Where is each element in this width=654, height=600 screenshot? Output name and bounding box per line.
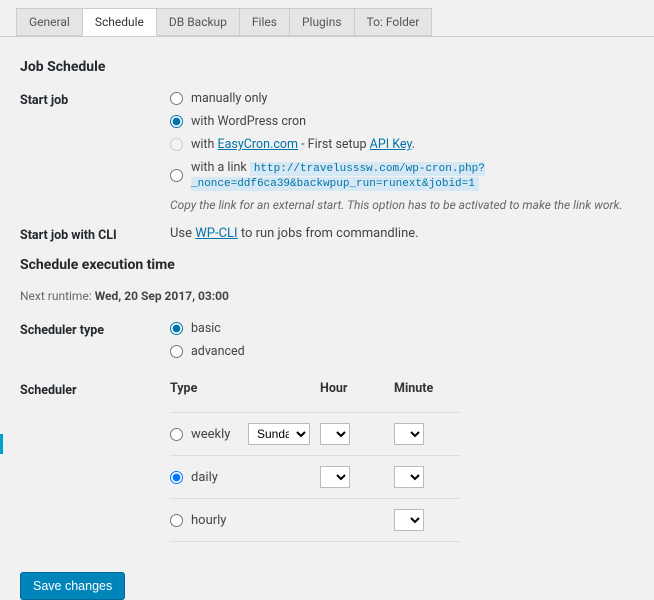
- col-head-minute: Minute: [394, 381, 454, 396]
- radio-startjob-manual[interactable]: [170, 92, 183, 105]
- radio-label-manual: manually only: [191, 91, 267, 106]
- tab-general[interactable]: General: [16, 8, 83, 36]
- txt: Use: [170, 226, 195, 241]
- radio-label-link: with a link http://travelusssw.com/wp-cr…: [191, 160, 634, 190]
- txt: with a link: [191, 160, 250, 175]
- col-head-hour: Hour: [320, 381, 394, 396]
- save-button[interactable]: Save changes: [20, 572, 125, 600]
- radio-row-basic[interactable]: basic: [170, 321, 634, 336]
- tab-to-folder[interactable]: To: Folder: [354, 8, 433, 36]
- scheduler-table: Type Hour Minute weekly Sunday: [170, 381, 460, 542]
- label-scheduler: Scheduler: [20, 381, 170, 398]
- select-weekly-minute[interactable]: 0: [394, 423, 424, 445]
- radio-sched-hourly[interactable]: [170, 514, 183, 527]
- radio-row-easycron[interactable]: with EasyCron.com - First setup API Key.: [170, 137, 634, 152]
- tab-schedule[interactable]: Schedule: [82, 8, 157, 36]
- txt: with: [191, 137, 218, 152]
- radio-sched-weekly[interactable]: [170, 428, 183, 441]
- col-head-type: Type: [170, 381, 248, 396]
- radio-row-manual[interactable]: manually only: [170, 91, 634, 106]
- radio-startjob-link[interactable]: [170, 169, 183, 182]
- tab-bar: General Schedule DB Backup Files Plugins…: [0, 0, 654, 37]
- section-title-schedule-exec: Schedule execution time: [20, 257, 634, 273]
- sched-row-weekly: weekly Sunday 3 0: [170, 412, 460, 455]
- select-daily-minute[interactable]: 0: [394, 466, 424, 488]
- runtime-value: Wed, 20 Sep 2017, 03:00: [95, 289, 229, 303]
- select-hourly-minute[interactable]: 0: [394, 509, 424, 531]
- tab-plugins[interactable]: Plugins: [289, 8, 355, 36]
- radio-label-easycron: with EasyCron.com - First setup API Key.: [191, 137, 415, 152]
- sched-label-daily: daily: [191, 470, 218, 485]
- radio-label-basic: basic: [191, 321, 221, 336]
- label-start-job: Start job: [20, 91, 170, 108]
- link-api-key[interactable]: API Key: [370, 137, 412, 152]
- radio-schedtype-basic[interactable]: [170, 322, 183, 335]
- select-daily-hour[interactable]: 3: [320, 466, 350, 488]
- link-wp-cli[interactable]: WP-CLI: [195, 226, 237, 241]
- radio-startjob-wpcron[interactable]: [170, 115, 183, 128]
- radio-row-advanced[interactable]: advanced: [170, 344, 634, 359]
- left-accent-bar: [0, 434, 3, 454]
- label-start-cli: Start job with CLI: [20, 226, 170, 243]
- tab-db-backup[interactable]: DB Backup: [156, 8, 240, 36]
- tab-files[interactable]: Files: [239, 8, 290, 36]
- sched-label-hourly: hourly: [191, 513, 226, 528]
- radio-startjob-easycron[interactable]: [170, 138, 183, 151]
- radio-schedtype-advanced[interactable]: [170, 345, 183, 358]
- radio-row-wpcron[interactable]: with WordPress cron: [170, 114, 634, 129]
- radio-label-wpcron: with WordPress cron: [191, 114, 306, 129]
- link-option-description: Copy the link for an external start. Thi…: [170, 198, 634, 212]
- txt: to run jobs from commandline.: [238, 226, 419, 241]
- txt: .: [412, 137, 415, 152]
- section-title-job-schedule: Job Schedule: [20, 59, 634, 75]
- radio-row-link[interactable]: with a link http://travelusssw.com/wp-cr…: [170, 160, 634, 190]
- sched-row-daily: daily 3 0: [170, 455, 460, 498]
- select-weekly-day[interactable]: Sunday: [248, 423, 310, 445]
- next-runtime: Next runtime: Wed, 20 Sep 2017, 03:00: [20, 289, 634, 303]
- select-weekly-hour[interactable]: 3: [320, 423, 350, 445]
- txt: Next runtime:: [20, 289, 95, 303]
- link-easycron[interactable]: EasyCron.com: [218, 137, 298, 152]
- txt: - First setup: [298, 137, 370, 152]
- label-scheduler-type: Scheduler type: [20, 321, 170, 338]
- radio-label-advanced: advanced: [191, 344, 245, 359]
- radio-sched-daily[interactable]: [170, 471, 183, 484]
- cli-text: Use WP-CLI to run jobs from commandline.: [170, 226, 419, 241]
- sched-label-weekly: weekly: [191, 427, 230, 442]
- sched-row-hourly: hourly 0: [170, 498, 460, 542]
